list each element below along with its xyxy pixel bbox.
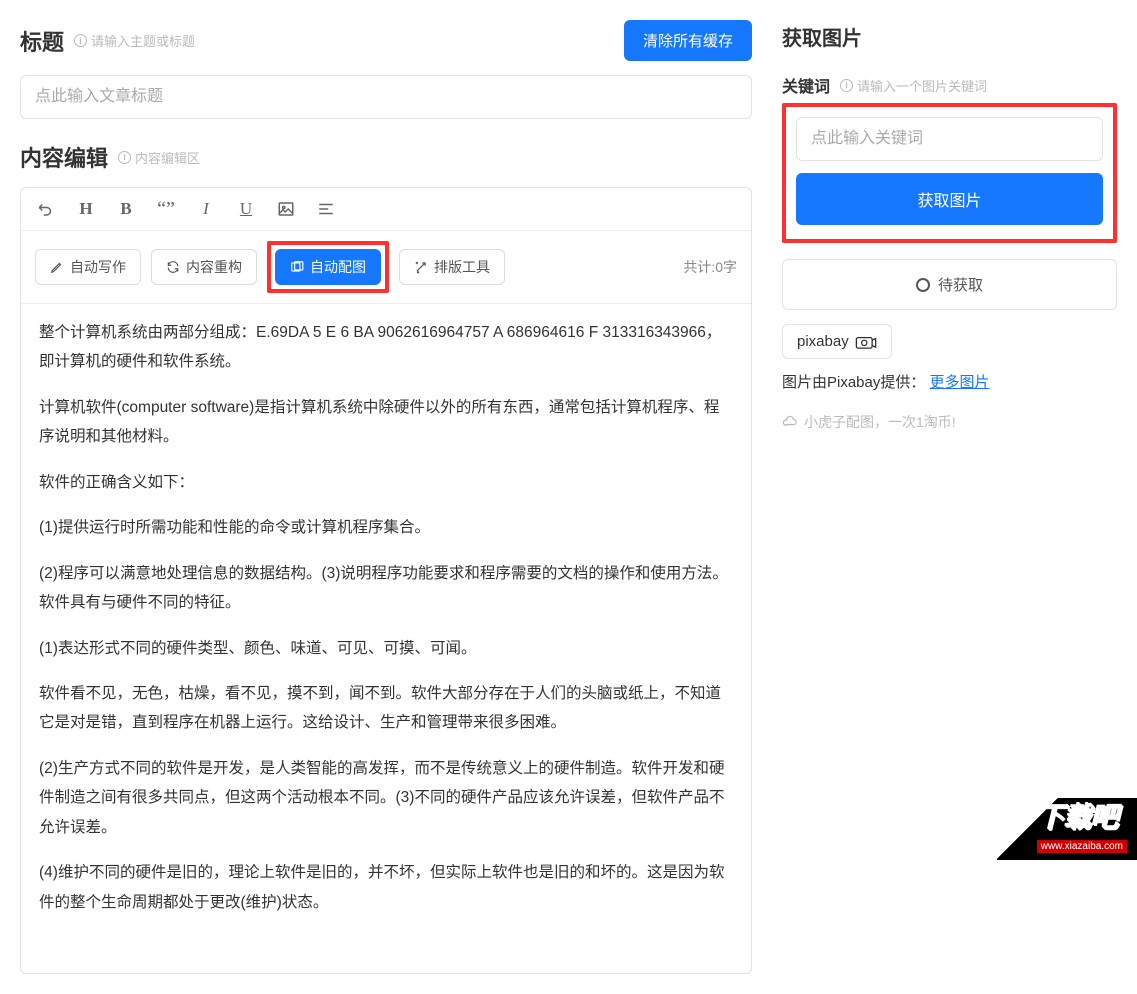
pixabay-chip[interactable]: pixabay — [782, 324, 892, 359]
title-hint-text: 请输入主题或标题 — [91, 31, 195, 50]
auto-write-button[interactable]: 自动写作 — [35, 249, 141, 285]
watermark: 下载吧 www.xiazaiba.com — [997, 798, 1137, 860]
image-icon[interactable] — [275, 198, 297, 220]
info-icon: i — [840, 79, 853, 92]
layout-tool-label: 排版工具 — [434, 257, 490, 277]
paragraph: (2)生产方式不同的软件是开发，是人类智能的高发挥，而不是传统意义上的硬件制造。… — [39, 754, 733, 842]
paragraph: 计算机软件(computer software)是指计算机系统中除硬件以外的所有… — [39, 393, 733, 452]
content-label-wrap: 内容编辑 i 内容编辑区 — [20, 141, 752, 173]
watermark-url: www.xiazaiba.com — [1037, 840, 1127, 853]
cloud-icon — [782, 415, 798, 429]
more-images-link[interactable]: 更多图片 — [930, 374, 990, 391]
heading-icon[interactable]: H — [75, 198, 97, 220]
info-icon: i — [74, 34, 87, 47]
credit-line: 图片由Pixabay提供： 更多图片 — [782, 371, 1117, 392]
left-column: 标题 i 请输入主题或标题 清除所有缓存 内容编辑 i 内容编辑区 — [20, 20, 752, 974]
paragraph: 整个计算机系统由两部分组成：E.69DA 5 E 6 BA 9062616964… — [39, 318, 733, 377]
footer-tip: 小虎子配图，一次1淘币! — [782, 412, 1117, 432]
keyword-label: 关键词 — [782, 73, 830, 97]
restructure-label: 内容重构 — [186, 257, 242, 277]
keyword-label-row: 关键词 i 请输入一个图片关键词 — [782, 73, 1117, 97]
camera-icon — [855, 335, 877, 349]
italic-icon[interactable]: I — [195, 198, 217, 220]
title-heading: 标题 — [20, 25, 64, 57]
layout-tool-button[interactable]: 排版工具 — [399, 249, 505, 285]
image-panel-title: 获取图片 — [782, 22, 1117, 51]
image-match-icon — [290, 260, 304, 274]
clear-cache-button[interactable]: 清除所有缓存 — [624, 20, 752, 61]
footer-tip-text: 小虎子配图，一次1淘币! — [804, 412, 956, 432]
pixabay-label: pixabay — [797, 333, 849, 350]
wand-icon — [414, 260, 428, 274]
pending-label: 待获取 — [938, 274, 983, 295]
content-section: 内容编辑 i 内容编辑区 H B “” I U — [20, 141, 752, 974]
paragraph: (1)提供运行时所需功能和性能的命令或计算机程序集合。 — [39, 513, 733, 542]
underline-icon[interactable]: U — [235, 198, 257, 220]
paragraph: 软件的正确含义如下： — [39, 468, 733, 497]
credit-prefix: 图片由Pixabay提供： — [782, 374, 925, 391]
content-heading: 内容编辑 — [20, 141, 108, 173]
align-icon[interactable] — [315, 198, 337, 220]
fetch-image-button[interactable]: 获取图片 — [796, 173, 1103, 225]
main-container: 标题 i 请输入主题或标题 清除所有缓存 内容编辑 i 内容编辑区 — [0, 0, 1137, 994]
content-hint-text: 内容编辑区 — [135, 148, 200, 167]
circle-icon — [916, 278, 930, 292]
restructure-button[interactable]: 内容重构 — [151, 249, 257, 285]
content-hint: i 内容编辑区 — [118, 148, 200, 167]
keyword-hint: i 请输入一个图片关键词 — [840, 76, 987, 95]
toolbar-actions: 自动写作 内容重构 自动配图 排版工具 — [21, 231, 751, 304]
refresh-icon — [166, 260, 180, 274]
title-input[interactable] — [20, 75, 752, 119]
editor: H B “” I U 自动写作 内容重构 — [20, 187, 752, 974]
pencil-icon — [50, 260, 64, 274]
title-hint: i 请输入主题或标题 — [74, 31, 195, 50]
pending-status[interactable]: 待获取 — [782, 259, 1117, 310]
undo-icon[interactable] — [35, 198, 57, 220]
highlight-keyword-box: 获取图片 — [782, 103, 1117, 243]
paragraph: (1)表达形式不同的硬件类型、颜色、味道、可见、可摸、可闻。 — [39, 634, 733, 663]
title-label-wrap: 标题 i 请输入主题或标题 — [20, 25, 195, 57]
auto-image-label: 自动配图 — [310, 257, 366, 277]
word-count: 共计:0字 — [683, 257, 737, 277]
editor-body[interactable]: 整个计算机系统由两部分组成：E.69DA 5 E 6 BA 9062616964… — [21, 304, 751, 973]
paragraph: (4)维护不同的硬件是旧的，理论上软件是旧的，并不坏，但实际上软件也是旧的和坏的… — [39, 858, 733, 917]
paragraph: 软件看不见，无色，枯燥，看不见，摸不到，闻不到。软件大部分存在于人们的头脑或纸上… — [39, 679, 733, 738]
auto-write-label: 自动写作 — [70, 257, 126, 277]
paragraph: (2)程序可以满意地处理信息的数据结构。(3)说明程序功能要求和程序需要的文档的… — [39, 559, 733, 618]
auto-image-button[interactable]: 自动配图 — [275, 249, 381, 285]
quote-icon[interactable]: “” — [155, 198, 177, 220]
bold-icon[interactable]: B — [115, 198, 137, 220]
title-section-header: 标题 i 请输入主题或标题 清除所有缓存 — [20, 20, 752, 61]
keyword-input[interactable] — [796, 117, 1103, 161]
info-icon: i — [118, 151, 131, 164]
toolbar-formatting: H B “” I U — [21, 188, 751, 231]
keyword-hint-text: 请输入一个图片关键词 — [857, 76, 987, 95]
watermark-brand: 下载吧 — [1037, 796, 1127, 836]
highlight-auto-image: 自动配图 — [267, 241, 389, 293]
